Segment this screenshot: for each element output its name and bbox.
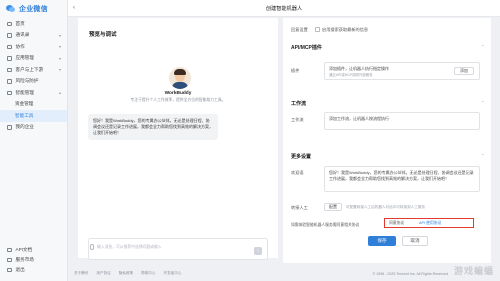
reply-settings-label: 回复设置 xyxy=(291,27,308,32)
agreement-link-consent[interactable]: 同意协议 xyxy=(389,221,404,226)
welcome-label: 欢迎语 xyxy=(291,170,304,175)
sidebar-bottom: API文档 服务市场 退出 xyxy=(0,245,67,275)
footer-link[interactable]: 帮助中心 xyxy=(141,271,155,276)
shield-icon xyxy=(7,79,12,84)
attach-icon[interactable] xyxy=(90,244,94,250)
page-title: 创建智能机器人 xyxy=(265,5,303,12)
sidebar-item-label: 首页 xyxy=(15,20,25,26)
logout-icon xyxy=(7,267,12,273)
watermark: 游戏蝙蝠 xyxy=(453,266,494,276)
sidebar-item-ai[interactable]: 智能管理 ▴ xyxy=(0,87,67,99)
sidebar-item-label: 我的企业 xyxy=(15,124,34,130)
wecom-logo-icon xyxy=(6,5,16,13)
workflow-field[interactable]: 添加工作流，让机器人按流程执行 xyxy=(324,112,480,130)
sidebar: 企业微信 首页 通讯录 ▾ 协作 ▾ 应用管理 ▾ 客户与上下游 ▾ 风险与防护… xyxy=(0,0,68,281)
more-settings-title: 更多设置 xyxy=(291,154,312,160)
cancel-button[interactable]: 取消 xyxy=(402,236,428,246)
sidebar-item-label: 风险与防护 xyxy=(15,78,39,84)
save-button[interactable]: 保存 xyxy=(368,236,396,246)
sidebar-item-apps[interactable]: 应用管理 ▾ xyxy=(0,53,67,65)
sidebar-item-collab[interactable]: 协作 ▾ xyxy=(0,41,67,53)
footer-link[interactable]: 开发者中心 xyxy=(164,271,182,276)
bot-name: WorkBuddy xyxy=(164,91,192,96)
sidebar-item-label: API文档 xyxy=(15,247,33,252)
sidebar-item-label: 退出 xyxy=(15,267,25,272)
api-section-title: API/MCP插件 xyxy=(291,45,322,51)
company-icon xyxy=(7,125,12,130)
sidebar-item-label: 协作 xyxy=(15,43,25,49)
avatar-hair xyxy=(174,69,186,75)
ai-icon xyxy=(7,90,12,95)
sidebar-item-label: 服务市场 xyxy=(15,257,34,262)
agreement-link-api[interactable]: API 使用协议 xyxy=(419,221,441,226)
footer: 关于腾讯 用户协议 隐私政策 帮助中心 开发者中心 © 1998 - 2025 … xyxy=(68,266,500,281)
footer-link[interactable]: 用户协议 xyxy=(96,271,110,276)
send-button[interactable]: ↑ xyxy=(254,247,262,255)
sidebar-item-my-company[interactable]: 我的企业 xyxy=(0,122,67,134)
chevron-down-icon: ▾ xyxy=(58,32,61,38)
chevron-up-icon[interactable]: ⌃ xyxy=(481,100,484,105)
market-icon xyxy=(7,257,12,263)
sidebar-item-label: 通讯录 xyxy=(15,32,30,38)
top-bar: 创建智能机器人 ‹ xyxy=(68,0,500,17)
agreement-text: 如需体验智能机器人服务需同意相关协议 xyxy=(291,223,360,227)
sidebar-item-customer[interactable]: 客户与上下游 ▾ xyxy=(0,64,67,76)
footer-link[interactable]: 隐私政策 xyxy=(119,271,133,276)
greeting-bubble: 您好！我是WorkBuddy，您的专属办公伙伴。无论是处理日程、协调会议还是记录… xyxy=(88,114,218,140)
sidebar-item-home[interactable]: 首页 xyxy=(0,18,67,30)
chevron-down-icon: ▾ xyxy=(58,67,61,73)
chevron-down-icon: ▾ xyxy=(58,44,61,50)
avatar-body xyxy=(172,82,188,89)
app-logo[interactable]: 企业微信 xyxy=(0,0,67,18)
welcome-field[interactable]: 您好！我是WorkBuddy，您的专属办公伙伴。无论是处理日程、协调会议还是记录… xyxy=(324,166,480,192)
workflow-section-title: 工作流 xyxy=(291,101,307,107)
plugin-label: 插件 xyxy=(291,68,300,73)
sidebar-item-market[interactable]: 服务市场 xyxy=(0,255,67,265)
bot-description: 专注于提升个人工作效率，提供全方位的智能助力工具。 xyxy=(130,98,226,102)
copyright: © 1998 - 2025 Tencent Inc. All Rights Re… xyxy=(372,271,449,276)
sidebar-item-label: 智能管理 xyxy=(15,89,34,95)
transfer-hint: 可配置转接人工后机器人对话中可转接到人工服务 xyxy=(346,205,426,209)
sidebar-item-label: 应用管理 xyxy=(15,55,34,61)
collab-icon xyxy=(7,44,12,49)
chevron-down-icon: ▾ xyxy=(58,55,61,61)
agreement-highlight: 同意协议 API 使用协议 xyxy=(384,218,474,228)
chat-input-placeholder: 输入消息，可从推荐中选择问题或输入 xyxy=(97,245,162,249)
chevron-up-icon[interactable]: ⌃ xyxy=(481,153,484,158)
home-icon xyxy=(7,21,12,26)
chat-input[interactable]: 输入消息，可从推荐中选择问题或输入 ↑ xyxy=(88,238,268,260)
apps-icon xyxy=(7,56,12,61)
sidebar-item-contacts[interactable]: 通讯录 ▾ xyxy=(0,30,67,42)
sidebar-item-label: 智能工具 xyxy=(15,112,34,118)
sidebar-subitem-funds[interactable]: 资金管理 xyxy=(0,99,67,111)
customer-icon xyxy=(7,67,12,72)
transfer-config-button[interactable]: 配置 xyxy=(324,203,342,211)
chevron-up-icon: ▴ xyxy=(58,90,61,96)
sidebar-item-label: 资金管理 xyxy=(15,101,34,107)
workflow-field-value: 添加工作流，让机器人按流程执行 xyxy=(329,116,389,121)
search-option-checkbox[interactable] xyxy=(315,27,320,32)
transfer-label: 转接人工 xyxy=(291,205,308,210)
sidebar-item-risk[interactable]: 风险与防护 xyxy=(0,76,67,88)
doc-icon xyxy=(7,247,12,253)
sidebar-item-api-docs[interactable]: API文档 xyxy=(0,245,67,255)
preview-panel: 预览与调试 WorkBuddy 专注于提升个人工作效率，提供全方位的智能助力工具… xyxy=(78,18,278,260)
workflow-label: 工作流 xyxy=(291,117,304,122)
footer-link[interactable]: 关于腾讯 xyxy=(74,271,88,276)
add-plugin-button[interactable]: 添加 xyxy=(454,67,474,75)
app-name: 企业微信 xyxy=(19,6,48,13)
preview-title: 预览与调试 xyxy=(89,32,117,38)
sidebar-item-logout[interactable]: 退出 xyxy=(0,265,67,275)
chevron-up-icon[interactable]: ⌃ xyxy=(481,44,484,49)
sidebar-subitem-smart-tools[interactable]: 智能工具 xyxy=(0,110,67,122)
contacts-icon xyxy=(7,33,12,38)
bot-avatar xyxy=(169,67,191,89)
search-option-label: 启用搜索获取最新的信息 xyxy=(322,27,369,32)
sidebar-item-label: 客户与上下游 xyxy=(15,66,44,72)
